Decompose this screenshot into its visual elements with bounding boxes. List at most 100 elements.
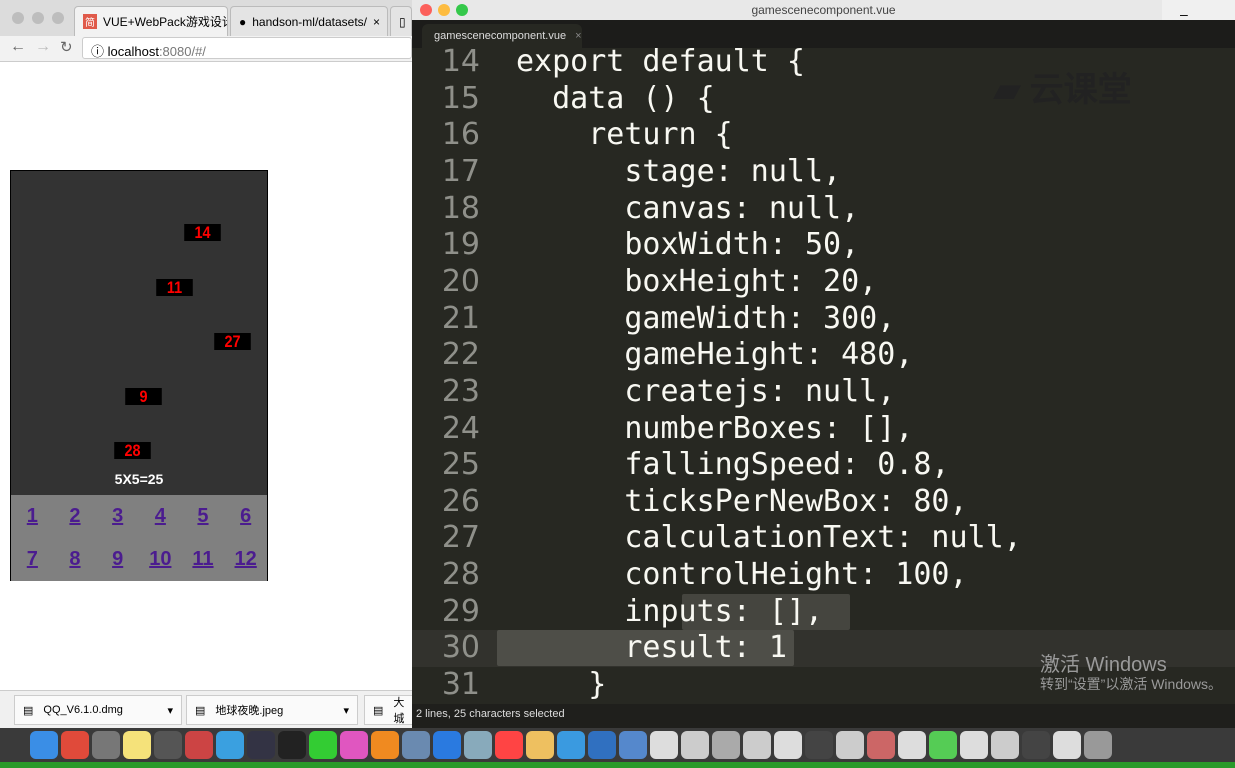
answer-button[interactable]: 5 [197,505,208,528]
dock-app-icon[interactable] [743,731,771,759]
download-item[interactable]: ▤ QQ_V6.1.0.dmg ▾ [14,695,182,725]
code-line: 21 gameWidth: 300, [412,301,1235,338]
dock-app-icon[interactable] [867,731,895,759]
code-line: 17 stage: null, [412,154,1235,191]
dock-app-icon[interactable] [774,731,802,759]
dock-app-icon[interactable] [991,731,1019,759]
dock-app-icon[interactable] [929,731,957,759]
code-line: 24 numberBoxes: [], [412,411,1235,448]
dock-app-icon[interactable] [340,731,368,759]
line-number: 31 [441,667,480,703]
dock-app-icon[interactable] [154,731,182,759]
dock-app-icon[interactable] [61,731,89,759]
dock-app-icon[interactable] [557,731,585,759]
chevron-down-icon[interactable]: ▾ [343,704,349,717]
close-window-button[interactable] [420,4,432,16]
minimize-window-button[interactable] [438,4,450,16]
code-text: calculationText: null, [516,520,1022,556]
code-text: export default { [516,44,805,79]
close-tab-icon[interactable]: × [373,15,380,29]
dock-app-icon[interactable] [805,731,833,759]
code-text: boxHeight: 20, [516,263,878,299]
close-tab-icon[interactable]: × [575,30,581,42]
answer-button[interactable]: 9 [112,548,123,571]
reload-icon[interactable]: ↻ [60,38,73,56]
line-number: 28 [441,557,480,593]
answer-button[interactable]: 7 [27,548,38,571]
zoom-window-button[interactable] [52,12,64,24]
code-text: controlHeight: 100, [516,557,968,593]
answer-button[interactable]: 2 [69,505,80,528]
code-line: 29 inputs: [], [412,594,1235,631]
new-tab-icon[interactable]: ▯ [390,6,412,36]
answer-button[interactable]: 3 [112,505,123,528]
dock-app-icon[interactable] [247,731,275,759]
dock-app-icon[interactable] [1084,731,1112,759]
dock-app-icon[interactable] [898,731,926,759]
dock-app-icon[interactable] [836,731,864,759]
code-line: 22 gameHeight: 480, [412,337,1235,374]
forward-icon[interactable]: → [35,38,51,56]
tab-label: gamescenecomponent.vue [434,30,567,42]
dock-app-icon[interactable] [588,731,616,759]
dock-app-icon[interactable] [185,731,213,759]
bottom-strip [0,762,1235,768]
chevron-down-icon[interactable]: ▾ [167,704,173,717]
close-window-button[interactable] [12,12,24,24]
url-host: localhost [107,44,159,59]
code-line: 25 fallingSpeed: 0.8, [412,447,1235,484]
code-text: gameHeight: 480, [516,337,914,373]
answer-button[interactable]: 10 [149,548,171,571]
dock-app-icon[interactable] [681,731,709,759]
dock-app-icon[interactable] [712,731,740,759]
line-number: 29 [441,593,480,629]
code-text: boxWidth: 50, [516,227,860,263]
download-item[interactable]: ▤ 地球夜晚.jpeg ▾ [186,695,358,725]
code-line: 16 return { [412,117,1235,154]
dock-app-icon[interactable] [1053,731,1081,759]
code-line: 18 canvas: null, [412,191,1235,228]
answer-button[interactable]: 12 [235,548,257,571]
dock-app-icon[interactable] [123,731,151,759]
zoom-window-button[interactable] [456,4,468,16]
browser-tab[interactable]: 简 VUE+WebPack游戏设计 × [74,6,228,36]
download-name: 地球夜晚.jpeg [215,705,284,717]
dock-app-icon[interactable] [30,731,58,759]
download-name: QQ_V6.1.0.dmg [43,704,123,716]
dock-app-icon[interactable] [371,731,399,759]
game-canvas[interactable]: 14 11 27 9 28 5X5=25 1 2 3 4 5 6 7 8 9 1… [10,170,268,581]
dock-app-icon[interactable] [402,731,430,759]
dock-app-icon[interactable] [216,731,244,759]
code-text: fallingSpeed: 0.8, [516,447,950,483]
answer-button[interactable]: 8 [69,548,80,571]
dock-app-icon[interactable] [650,731,678,759]
sublime-editor-window: gamescenecomponent.vue – gamescenecompon… [412,0,1235,728]
dock-app-icon[interactable] [960,731,988,759]
answer-button[interactable]: 11 [192,548,213,571]
code-text: inputs: [], [516,593,824,629]
code-line: 15 data () { [412,81,1235,118]
dock-app-icon[interactable] [526,731,554,759]
dock-app-icon[interactable] [433,731,461,759]
dock-app-icon[interactable] [619,731,647,759]
answer-button[interactable]: 6 [240,505,251,528]
back-icon[interactable]: ← [10,38,26,56]
line-number: 14 [441,44,480,79]
tab-title: VUE+WebPack游戏设计 [103,15,228,29]
answer-button[interactable]: 1 [27,505,38,528]
code-text: canvas: null, [516,190,860,226]
address-bar[interactable]: ⓘ localhost:8080/#/ [82,37,412,59]
code-text: gameWidth: 300, [516,300,896,336]
dock-app-icon[interactable] [309,731,337,759]
dock-app-icon[interactable] [1022,731,1050,759]
browser-window: 简 VUE+WebPack游戏设计 × ● handson-ml/dataset… [0,0,424,728]
code-text: } [516,667,607,703]
line-number: 22 [441,337,480,373]
dock-app-icon[interactable] [464,731,492,759]
dock-app-icon[interactable] [495,731,523,759]
dock-app-icon[interactable] [278,731,306,759]
answer-button[interactable]: 4 [155,505,166,528]
minimize-window-button[interactable] [32,12,44,24]
dock-app-icon[interactable] [92,731,120,759]
browser-tab[interactable]: ● handson-ml/datasets/ × [230,6,388,36]
